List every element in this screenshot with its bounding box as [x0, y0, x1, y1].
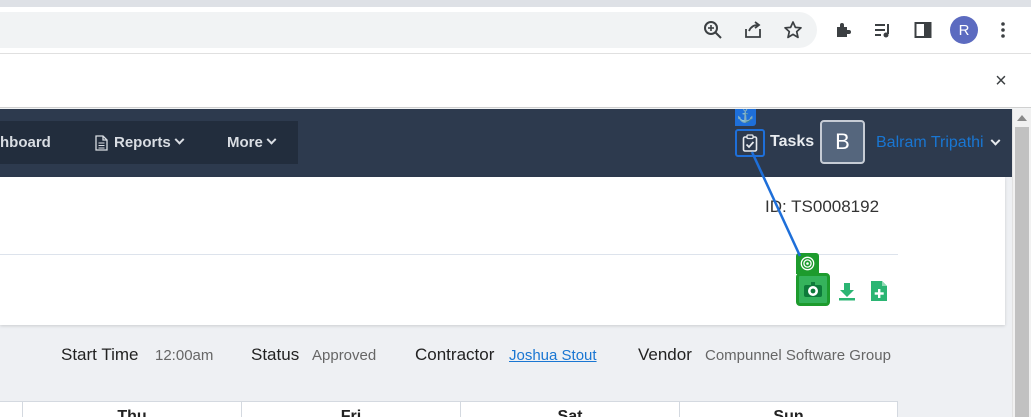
document-icon: [95, 134, 108, 151]
status-label: Status: [251, 345, 300, 364]
timesheet-card: ID: TS0008192: [0, 177, 1005, 325]
nav-item-label: Reports: [114, 134, 171, 151]
address-bar[interactable]: [0, 12, 817, 48]
tasks-label[interactable]: Tasks: [770, 133, 814, 151]
bookmark-star-icon[interactable]: [783, 20, 803, 40]
chevron-down-icon: [174, 134, 185, 145]
gear-icon: [802, 279, 824, 301]
user-name: Balram Tripathi: [876, 134, 984, 151]
settings-button[interactable]: [796, 273, 830, 306]
scroll-up-arrow-icon[interactable]: [1017, 115, 1027, 121]
nav-item-label: More: [227, 134, 263, 151]
column-header: Thu: [22, 402, 241, 417]
timesheet-id: ID: TS0008192: [765, 197, 880, 216]
page-viewport: hboard Reports More ⚓ Tasks B Balram Tri: [0, 109, 1012, 417]
clipboard-check-icon: [742, 134, 758, 152]
browser-toolbar: R: [0, 7, 1031, 53]
vendor-label: Vendor: [638, 345, 692, 364]
zoom-icon[interactable]: [703, 20, 723, 40]
user-avatar[interactable]: B: [820, 120, 865, 164]
more-menu-icon[interactable]: [993, 20, 1013, 40]
start-time-value: 12:00am: [155, 347, 214, 364]
tab-strip: [0, 0, 1031, 7]
nav-item-reports[interactable]: Reports: [95, 121, 185, 164]
tasks-button[interactable]: [735, 129, 765, 157]
status-value: Approved: [312, 347, 377, 364]
download-icon[interactable]: [836, 280, 858, 302]
contractor-label: Contractor: [415, 345, 495, 364]
contractor-link[interactable]: Joshua Stout: [509, 347, 597, 364]
column-header: Sat: [460, 402, 679, 417]
nav-item-more[interactable]: More: [227, 121, 277, 164]
profile-avatar[interactable]: R: [950, 16, 978, 44]
chevron-down-icon: [266, 134, 277, 145]
user-menu[interactable]: Balram Tripathi: [876, 134, 1001, 152]
share-icon[interactable]: [743, 20, 763, 40]
add-file-icon[interactable]: [868, 280, 890, 302]
close-icon[interactable]: ×: [990, 70, 1012, 92]
side-panel-icon[interactable]: [913, 20, 933, 40]
chevron-down-icon: [990, 135, 1001, 146]
app-navbar: hboard Reports More ⚓ Tasks B Balram Tri: [0, 109, 1012, 177]
anchor-icon: ⚓: [735, 109, 756, 126]
vendor-value: Compunnel Software Group: [705, 347, 891, 364]
week-table-header: Thu Fri Sat Sun: [0, 401, 898, 417]
target-icon: [796, 253, 819, 274]
nav-menu: hboard Reports More: [0, 121, 298, 164]
timesheet-details: Start Time 12:00am Status Approved Contr…: [0, 345, 1005, 369]
media-queue-icon[interactable]: [873, 20, 893, 40]
vertical-scrollbar[interactable]: [1012, 109, 1031, 417]
nav-item-label: hboard: [0, 134, 51, 151]
extensions-icon[interactable]: [833, 20, 853, 40]
nav-item-dashboard[interactable]: hboard: [0, 121, 51, 164]
divider: [0, 254, 898, 255]
column-header: Sun: [679, 402, 898, 417]
column-header: Fri: [241, 402, 460, 417]
start-time-label: Start Time: [61, 345, 139, 364]
scroll-thumb[interactable]: [1015, 127, 1029, 417]
info-bar: ×: [0, 53, 1031, 108]
